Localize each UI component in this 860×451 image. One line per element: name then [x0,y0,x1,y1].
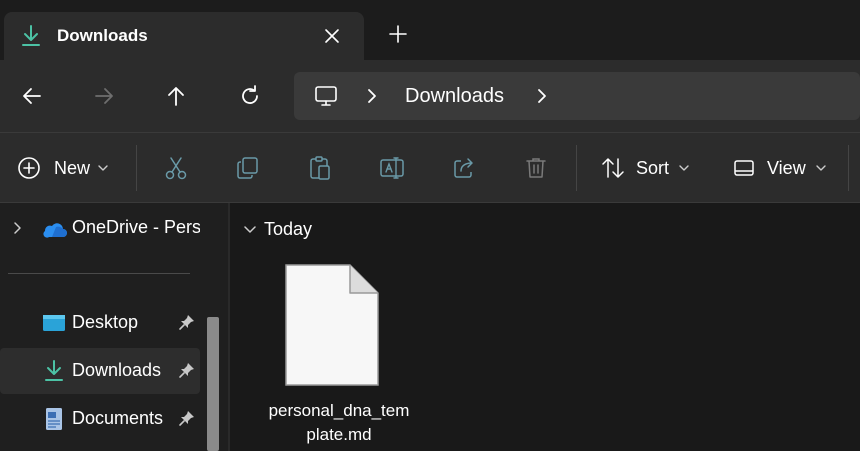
onedrive-icon [43,223,67,238]
title-bar: Downloads [0,0,860,60]
file-icon [285,264,379,386]
group-header-today[interactable]: Today [264,219,312,240]
toolbar-separator [576,145,577,191]
file-item[interactable]: personal_dna_template.md [264,259,414,451]
sort-icon [602,158,624,178]
toolbar-separator [136,145,137,191]
documents-icon [46,408,62,430]
delete-icon[interactable] [523,155,549,181]
tab-downloads[interactable]: Downloads [4,12,364,60]
share-icon[interactable] [451,155,477,181]
plus-circle-icon [18,157,40,179]
pin-icon[interactable] [178,313,196,331]
chevron-down-icon[interactable] [242,221,258,237]
chevron-right-icon[interactable] [532,86,552,106]
sidebar-item-downloads[interactable]: Downloads [0,348,200,394]
sidebar-item-documents[interactable]: Documents [0,396,200,442]
sidebar-item-label: OneDrive - Perso [72,217,200,237]
file-view: Today personal_dna_template.md [230,203,860,451]
tab-title: Downloads [57,26,148,45]
view-icon [734,160,754,176]
plus-icon[interactable] [386,22,410,46]
navigation-pane: OneDrive - Perso Desktop Downloads Docum… [0,203,228,451]
sidebar-item-label: Downloads [72,360,162,380]
pin-icon[interactable] [178,361,196,379]
new-button[interactable]: New [16,153,110,183]
rename-icon[interactable] [379,155,405,181]
sidebar-item-desktop[interactable]: Desktop [0,300,200,346]
navigation-bar: Downloads [0,60,860,132]
view-button[interactable]: View [732,153,828,183]
cut-icon[interactable] [163,155,189,181]
copy-icon[interactable] [235,155,261,181]
close-icon[interactable] [320,24,344,48]
sidebar-item-label: Desktop [72,312,139,332]
arrow-right-icon[interactable] [90,82,118,110]
download-icon [22,25,40,46]
download-icon [45,360,63,381]
pin-icon[interactable] [178,409,196,427]
file-name: personal_dna_template.md [268,401,410,444]
sidebar-item-onedrive[interactable]: OneDrive - Perso [0,205,200,251]
sidebar-item-label: Documents [72,408,164,428]
computer-icon[interactable] [314,84,338,108]
new-label: New [54,157,91,178]
arrow-up-icon[interactable] [162,82,190,110]
arrow-left-icon[interactable] [18,82,46,110]
chevron-down-icon [98,165,108,171]
view-label: View [767,157,806,178]
sort-label: Sort [636,157,670,178]
refresh-icon[interactable] [236,82,264,110]
sidebar-scrollbar[interactable] [207,317,219,451]
address-bar[interactable]: Downloads [294,72,860,120]
command-bar: New Sort View [0,133,860,202]
toolbar-separator [848,145,849,191]
breadcrumb-downloads[interactable]: Downloads [405,85,504,108]
paste-icon[interactable] [307,155,333,181]
chevron-right-icon[interactable] [10,221,24,235]
desktop-icon [43,315,65,331]
chevron-right-icon[interactable] [362,86,382,106]
chevron-down-icon [816,165,826,171]
chevron-down-icon [679,165,689,171]
sort-button[interactable]: Sort [600,153,691,183]
sidebar-separator [8,273,190,274]
